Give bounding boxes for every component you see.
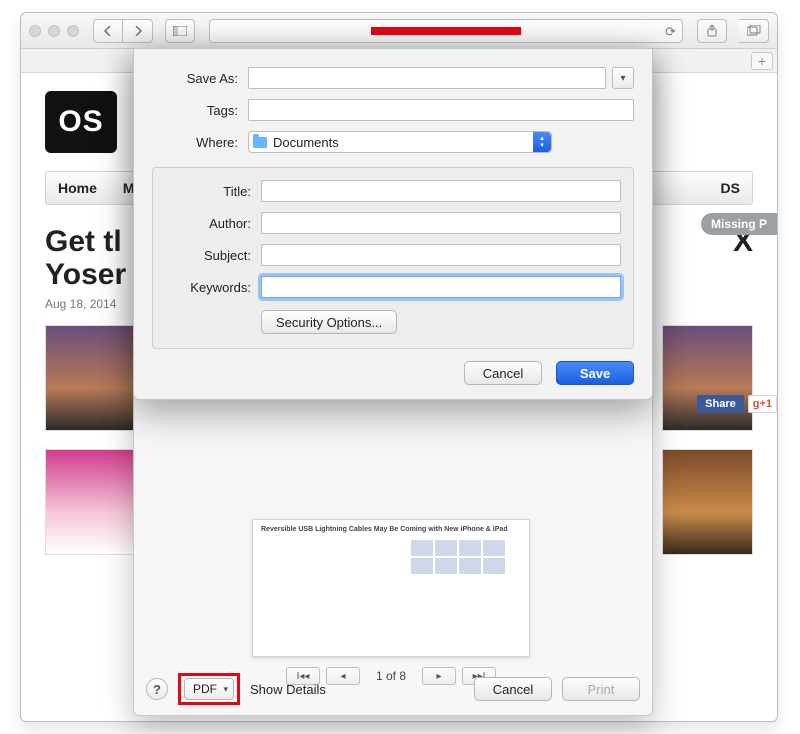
share-row: Share g+1 (697, 395, 777, 413)
save-cancel-button[interactable]: Cancel (464, 361, 542, 385)
traffic-lights (29, 25, 79, 37)
security-options-button[interactable]: Security Options... (261, 310, 397, 334)
tabs-icon (747, 25, 761, 36)
tabs-overview-button[interactable] (739, 19, 769, 43)
url-redacted (371, 27, 521, 35)
pdf-menu-label: PDF (193, 682, 217, 696)
save-as-label: Save As: (152, 71, 238, 86)
right-sidebar-widgets: Missing P Share g+1 (697, 213, 777, 413)
address-bar[interactable]: ⟳ (209, 19, 683, 43)
where-popup[interactable]: Documents ▴▾ (248, 131, 552, 153)
sidebar-toggle-button[interactable] (165, 19, 195, 43)
print-cancel-button[interactable]: Cancel (474, 677, 552, 701)
title-label: Title: (165, 184, 251, 199)
save-dialog-actions: Cancel Save (152, 361, 634, 385)
print-dialog-footer: ? PDF Show Details Cancel Print (146, 673, 640, 705)
subject-field[interactable] (261, 244, 621, 266)
preview-image-grid (411, 540, 521, 574)
forward-button[interactable] (123, 19, 153, 43)
sidebar-icon (173, 26, 187, 36)
zoom-window-button[interactable] (67, 25, 79, 37)
keywords-label: Keywords: (165, 280, 251, 295)
missing-plugin-badge[interactable]: Missing P (701, 213, 777, 235)
save-as-dialog: Save As: ▾ Tags: Where: Documents ▴▾ Tit… (133, 48, 653, 400)
show-details-button[interactable]: Show Details (250, 682, 326, 697)
reload-button[interactable]: ⟳ (665, 24, 676, 40)
author-field[interactable] (261, 212, 621, 234)
help-button[interactable]: ? (146, 678, 168, 700)
title-field[interactable] (261, 180, 621, 202)
pdf-menu[interactable]: PDF (184, 678, 234, 700)
where-value: Documents (273, 135, 339, 150)
stepper-icon: ▴▾ (533, 132, 551, 152)
where-label: Where: (152, 135, 238, 150)
save-as-field[interactable] (248, 67, 606, 89)
site-logo: OS (45, 91, 117, 153)
preview-article-title: Reversible USB Lightning Cables May Be C… (261, 526, 521, 534)
facebook-share-button[interactable]: Share (697, 395, 744, 413)
chevron-down-icon: ▾ (620, 73, 625, 84)
save-button[interactable]: Save (556, 361, 634, 385)
article-thumb[interactable] (45, 325, 136, 431)
keywords-field[interactable] (261, 276, 621, 298)
tags-label: Tags: (152, 103, 238, 118)
close-window-button[interactable] (29, 25, 41, 37)
pdf-metadata-group: Title: Author: Subject: Keywords: Securi… (152, 167, 634, 349)
print-button[interactable]: Print (562, 677, 640, 701)
nav-buttons (93, 19, 153, 43)
article-thumb[interactable] (45, 449, 136, 555)
share-button[interactable] (697, 19, 727, 43)
expand-save-panel-button[interactable]: ▾ (612, 67, 634, 89)
back-button[interactable] (93, 19, 123, 43)
print-preview: Reversible USB Lightning Cables May Be C… (252, 519, 530, 657)
article-thumb[interactable] (662, 449, 753, 555)
tags-field[interactable] (248, 99, 634, 121)
folder-icon (253, 137, 267, 148)
nav-home[interactable]: Home (58, 180, 97, 196)
new-tab-button[interactable]: + (751, 52, 773, 70)
pdf-menu-highlight: PDF (178, 673, 240, 705)
share-icon (706, 25, 718, 37)
minimize-window-button[interactable] (48, 25, 60, 37)
google-plus-button[interactable]: g+1 (748, 395, 777, 413)
window-toolbar: ⟳ (21, 13, 777, 49)
nav-ds[interactable]: DS (721, 180, 740, 196)
author-label: Author: (165, 216, 251, 231)
subject-label: Subject: (165, 248, 251, 263)
